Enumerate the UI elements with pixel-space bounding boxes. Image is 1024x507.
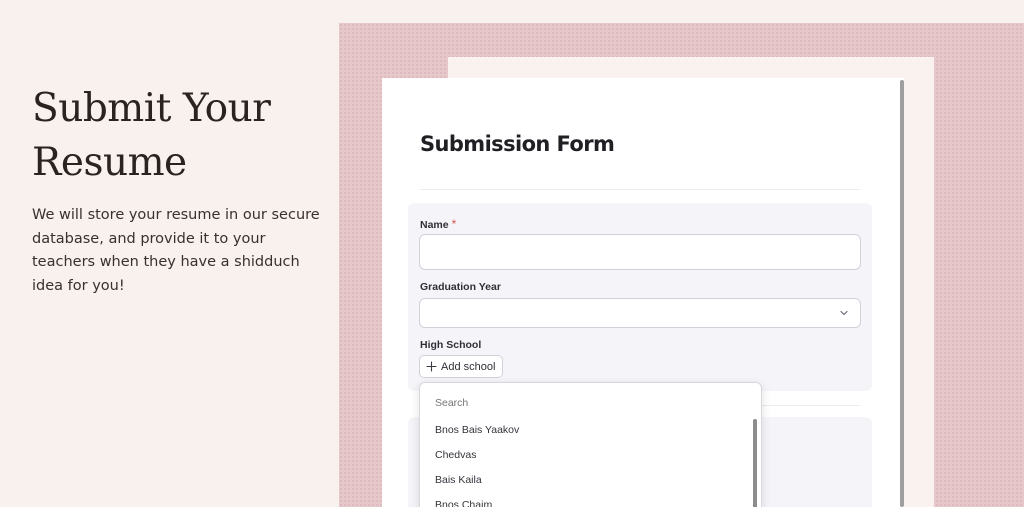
add-school-label: Add school (441, 360, 496, 373)
school-option[interactable]: Bnos Bais Yaakov (435, 424, 519, 436)
page-title: Submit Your Resume (32, 82, 322, 190)
school-dropdown: Bnos Bais Yaakov Chedvas Bais Kaila Bnos… (419, 382, 762, 507)
hero-section: Submit Your Resume We will store your re… (32, 82, 322, 298)
form-title: Submission Form (420, 132, 615, 156)
school-option[interactable]: Bais Kaila (435, 474, 482, 486)
name-input[interactable] (419, 234, 861, 270)
school-option[interactable]: Chedvas (435, 449, 476, 461)
form-divider (420, 189, 860, 190)
plus-icon (426, 361, 437, 372)
school-option[interactable]: Bnos Chaim (435, 499, 492, 507)
graduation-year-select[interactable] (419, 298, 861, 328)
school-search-input[interactable] (435, 397, 735, 409)
title-line-1: Submit Your (32, 86, 271, 131)
chevron-down-icon (840, 310, 848, 316)
high-school-label: High School (420, 339, 482, 351)
title-line-2: Resume (32, 140, 187, 185)
name-label: Name * (420, 217, 457, 231)
form-scrollbar[interactable] (900, 80, 904, 507)
add-school-button[interactable]: Add school (419, 355, 504, 378)
form-section-basic: Name * Graduation Year High School Add sc… (408, 203, 872, 391)
dropdown-scrollbar[interactable] (753, 419, 757, 507)
hero-description: We will store your resume in our secure … (32, 207, 320, 294)
required-asterisk: * (451, 217, 457, 231)
graduation-year-label: Graduation Year (420, 281, 501, 293)
